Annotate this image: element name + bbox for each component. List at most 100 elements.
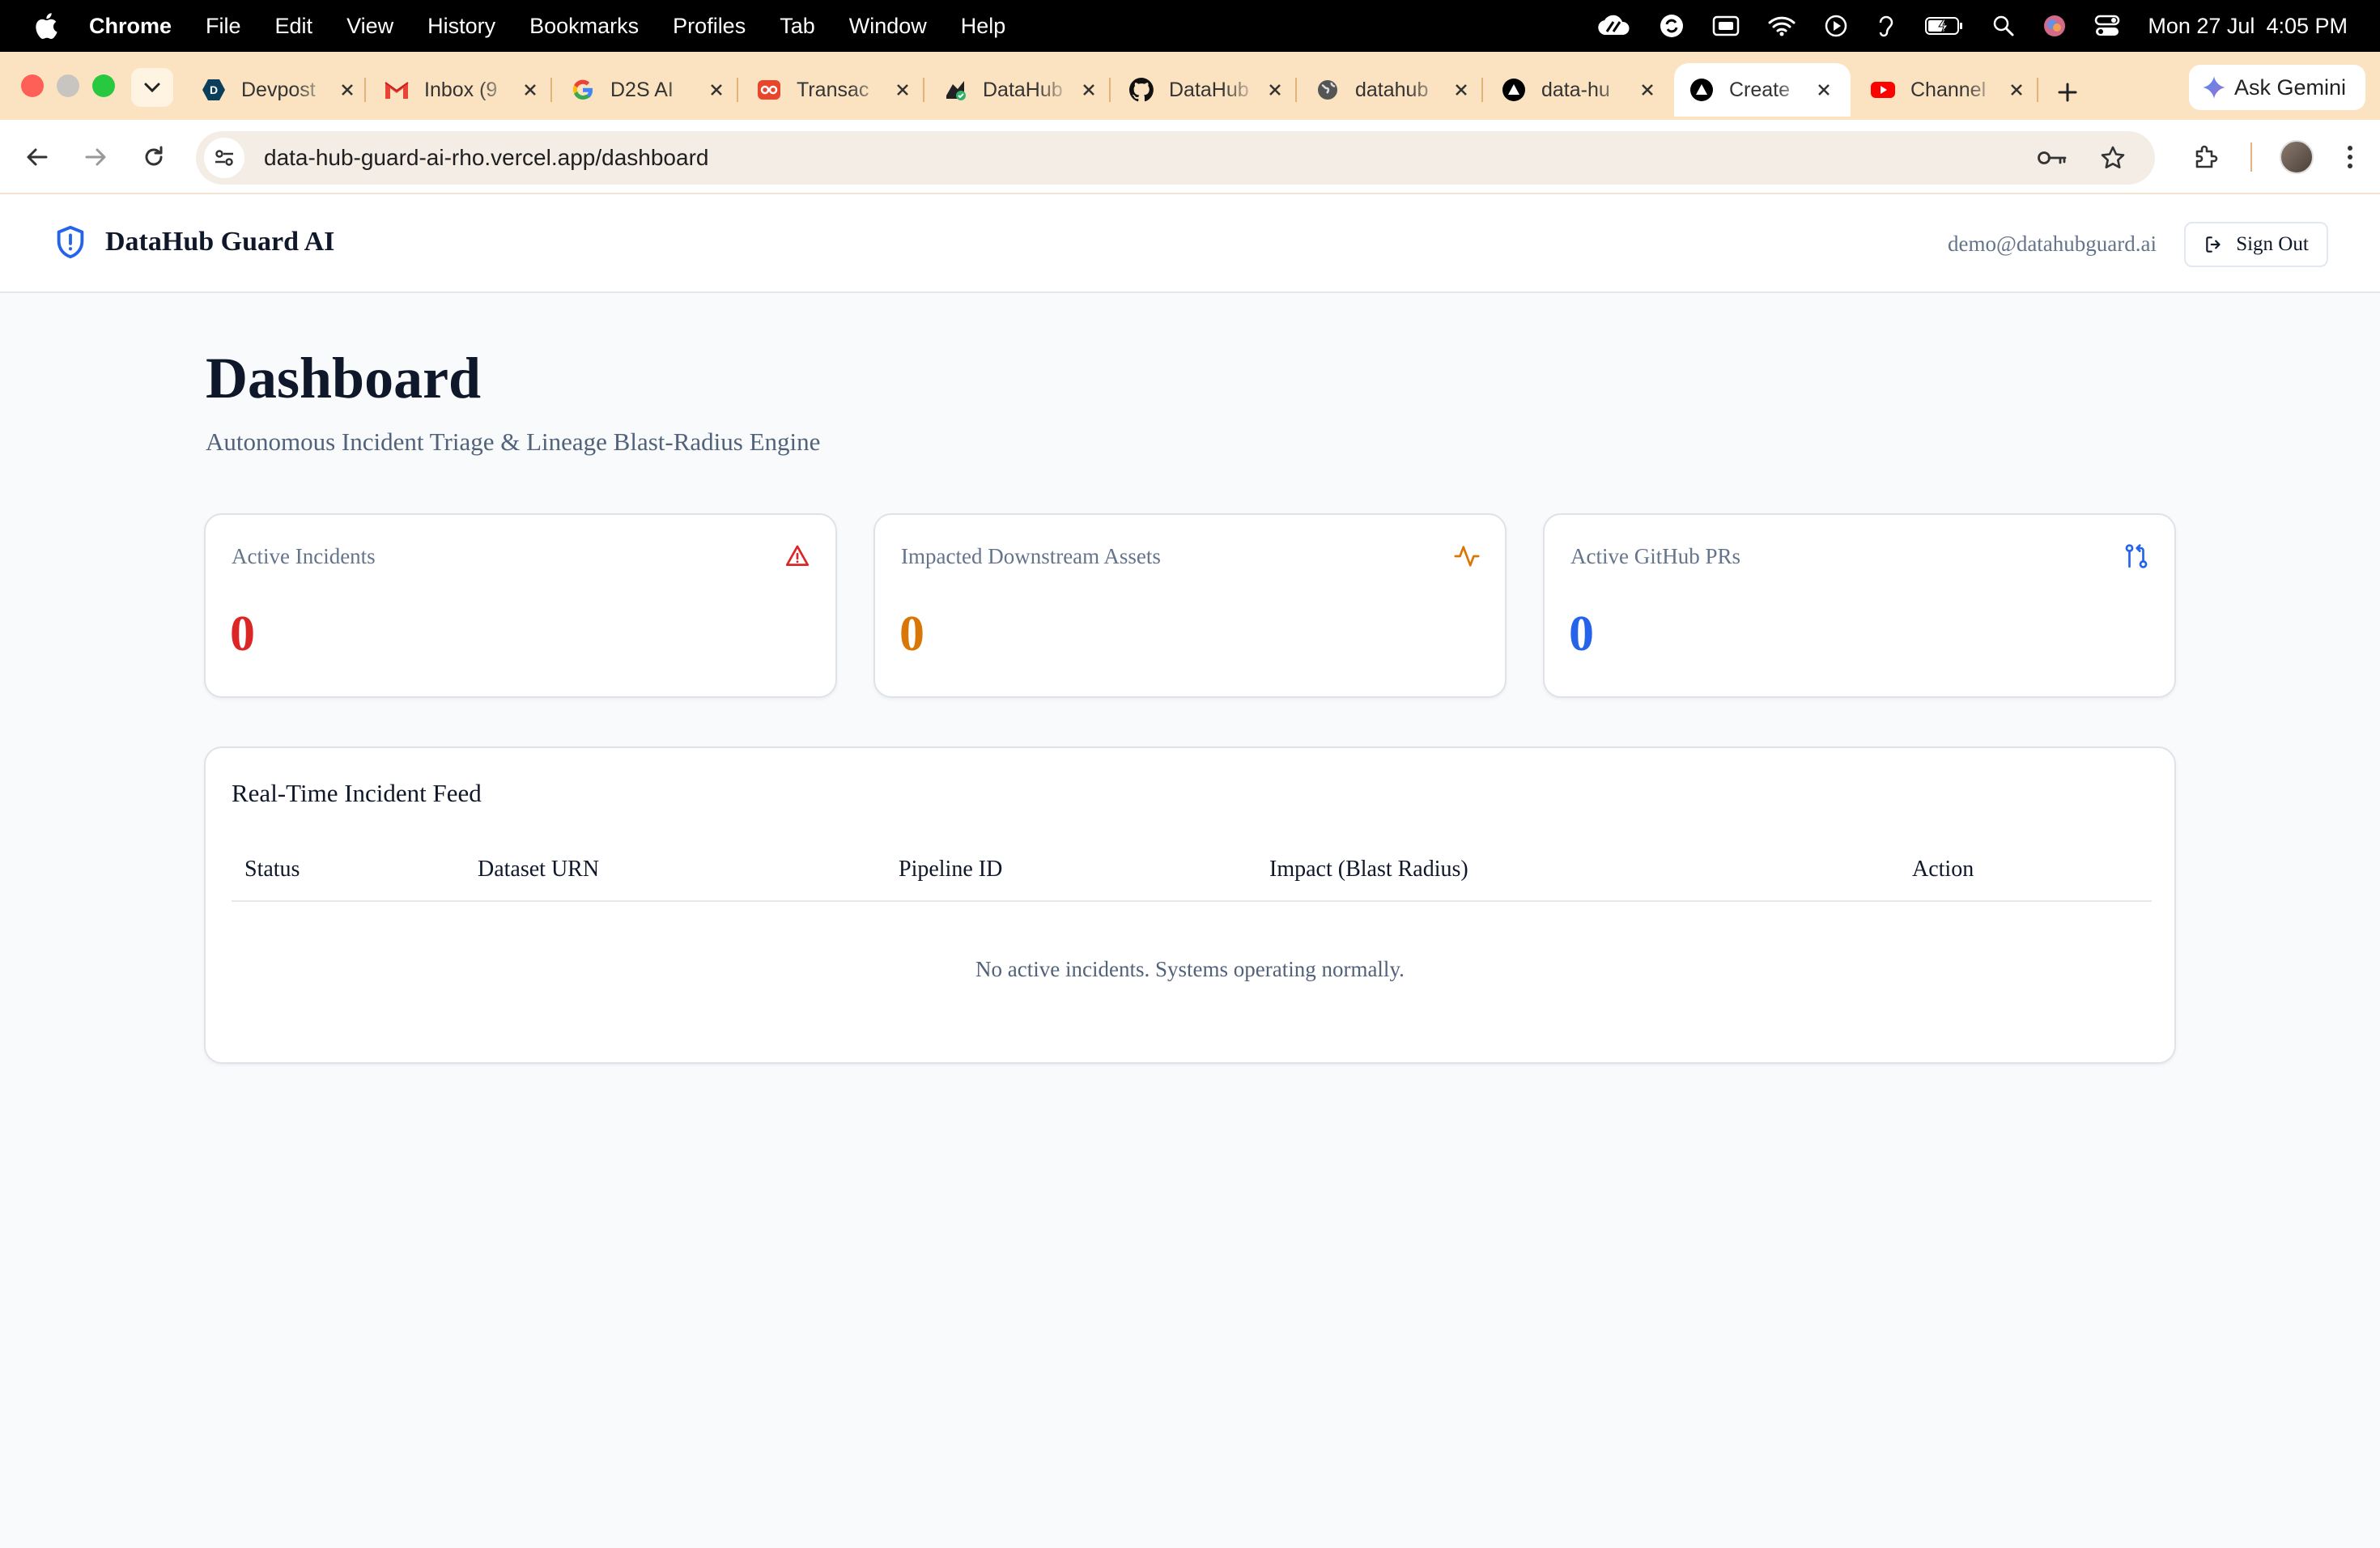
url-host: data-hub-guard-ai-rho.vercel.app — [264, 145, 596, 170]
menu-app-name[interactable]: Chrome — [89, 14, 172, 39]
tab-divider — [550, 78, 552, 102]
tab-datahub-globe[interactable]: datahub — [1300, 63, 1475, 117]
control-center-icon[interactable] — [2094, 14, 2120, 38]
address-bar[interactable]: data-hub-guard-ai-rho.vercel.app/dashboa… — [196, 131, 2155, 185]
feed-title: Real-Time Incident Feed — [232, 779, 482, 807]
close-tab-icon[interactable] — [889, 76, 916, 104]
bookmark-star-icon[interactable] — [2100, 145, 2126, 171]
vercel-icon — [1689, 77, 1715, 103]
activity-icon — [1453, 542, 1481, 570]
reload-icon — [145, 146, 163, 166]
google-icon — [570, 77, 596, 103]
stat-label: Active GitHub PRs — [1570, 544, 1741, 568]
tab-vercel-data-hub[interactable]: data-hu — [1486, 63, 1661, 117]
wifi-icon[interactable] — [1767, 15, 1796, 37]
tab-divider — [364, 78, 366, 102]
log-out-icon — [2206, 236, 2221, 253]
tab-divider — [1109, 78, 1111, 102]
devpost-icon: D — [201, 77, 227, 103]
chevron-down-icon — [144, 83, 160, 93]
close-tab-icon[interactable] — [1075, 76, 1103, 104]
minimize-window-button[interactable] — [57, 74, 79, 97]
tab-youtube[interactable]: Channel — [1855, 63, 2030, 117]
stat-value: 0 — [1569, 606, 1594, 661]
menu-file[interactable]: File — [206, 14, 241, 39]
tab-divider — [737, 78, 738, 102]
menu-tab[interactable]: Tab — [780, 14, 815, 39]
kebab-menu-icon[interactable] — [2346, 144, 2354, 170]
close-window-button[interactable] — [21, 74, 44, 97]
back-button[interactable] — [18, 138, 57, 176]
tab-transactions[interactable]: Transac — [742, 63, 916, 117]
column-header-dataset-urn: Dataset URN — [478, 857, 600, 882]
svg-text:D: D — [210, 83, 218, 96]
site-info-button[interactable] — [204, 138, 244, 178]
menu-edit[interactable]: Edit — [275, 14, 313, 39]
close-tab-icon[interactable] — [516, 76, 544, 104]
user-email: demo@datahubguard.ai — [1947, 232, 2157, 256]
battery-icon[interactable] — [1924, 15, 1965, 36]
arrow-left-icon — [27, 148, 48, 166]
close-tab-icon[interactable] — [1261, 76, 1289, 104]
apple-logo-icon[interactable] — [32, 11, 63, 41]
menu-clock[interactable]: Mon 27 Jul 4:05 PM — [2148, 14, 2348, 39]
tab-divider — [1295, 78, 1297, 102]
tab-divider — [2037, 78, 2038, 102]
siri-icon[interactable] — [2042, 14, 2067, 38]
sign-out-button[interactable]: Sign Out — [2184, 222, 2328, 267]
tab-gmail[interactable]: Inbox (9 — [369, 63, 544, 117]
zoom-window-button[interactable] — [92, 74, 115, 97]
tab-create-active[interactable]: Create — [1674, 63, 1851, 117]
close-tab-icon[interactable] — [334, 76, 361, 104]
close-tab-icon[interactable] — [1810, 76, 1838, 104]
stat-label: Active Incidents — [232, 544, 376, 568]
globe-icon — [1315, 77, 1341, 103]
tab-google[interactable]: D2S AI — [555, 63, 730, 117]
password-key-icon[interactable] — [2037, 148, 2068, 168]
profile-avatar[interactable] — [2280, 140, 2314, 174]
tab-search-button[interactable] — [131, 68, 173, 107]
screen-cast-icon[interactable] — [1712, 15, 1740, 37]
stat-value: 0 — [230, 606, 255, 661]
column-header-action: Action — [1912, 857, 1974, 882]
menu-history[interactable]: History — [427, 14, 495, 39]
close-tab-icon[interactable] — [703, 76, 730, 104]
play-icon[interactable] — [1824, 14, 1848, 38]
menu-bookmarks[interactable]: Bookmarks — [529, 14, 639, 39]
tab-title: D2S AI — [610, 78, 674, 101]
menu-profiles[interactable]: Profiles — [673, 14, 746, 39]
reload-button[interactable] — [134, 138, 173, 176]
sync-status-icon[interactable] — [1659, 13, 1685, 39]
creative-cloud-icon[interactable] — [1596, 14, 1631, 38]
tab-title: Transac — [797, 78, 869, 101]
new-tab-button[interactable] — [2048, 73, 2087, 112]
transaction-icon — [756, 77, 782, 103]
menu-window[interactable]: Window — [849, 14, 927, 39]
forward-button[interactable] — [76, 138, 115, 176]
hearing-icon[interactable] — [1876, 13, 1897, 39]
menu-help[interactable]: Help — [961, 14, 1006, 39]
brand-name: DataHub Guard AI — [105, 227, 335, 257]
tab-devpost[interactable]: D Devpost — [186, 63, 361, 117]
stat-label: Impacted Downstream Assets — [901, 544, 1161, 568]
tab-datahub-1[interactable]: DataHub — [928, 63, 1103, 117]
close-tab-icon[interactable] — [2003, 76, 2030, 104]
incident-feed-panel: Real-Time Incident Feed Status Dataset U… — [204, 746, 2176, 1064]
stat-card-github-prs: Active GitHub PRs 0 — [1543, 513, 2176, 698]
menu-view[interactable]: View — [346, 14, 393, 39]
tab-divider — [1481, 78, 1483, 102]
ask-gemini-button[interactable]: Ask Gemini — [2189, 65, 2365, 110]
gemini-sparkle-icon — [2203, 76, 2225, 99]
extensions-puzzle-icon[interactable] — [2192, 143, 2220, 171]
close-tab-icon[interactable] — [1634, 76, 1661, 104]
brand[interactable]: DataHub Guard AI — [52, 223, 334, 261]
spotlight-search-icon[interactable] — [1992, 15, 2015, 37]
close-tab-icon[interactable] — [1447, 76, 1475, 104]
tab-title: data-hu — [1541, 78, 1610, 101]
column-header-pipeline-id: Pipeline ID — [899, 857, 1003, 882]
vercel-icon — [1501, 77, 1527, 103]
stat-card-active-incidents: Active Incidents 0 — [204, 513, 837, 698]
tab-datahub-github[interactable]: DataHub — [1114, 63, 1289, 117]
clock-date: Mon 27 Jul — [2148, 13, 2255, 38]
gmail-icon — [384, 77, 410, 103]
